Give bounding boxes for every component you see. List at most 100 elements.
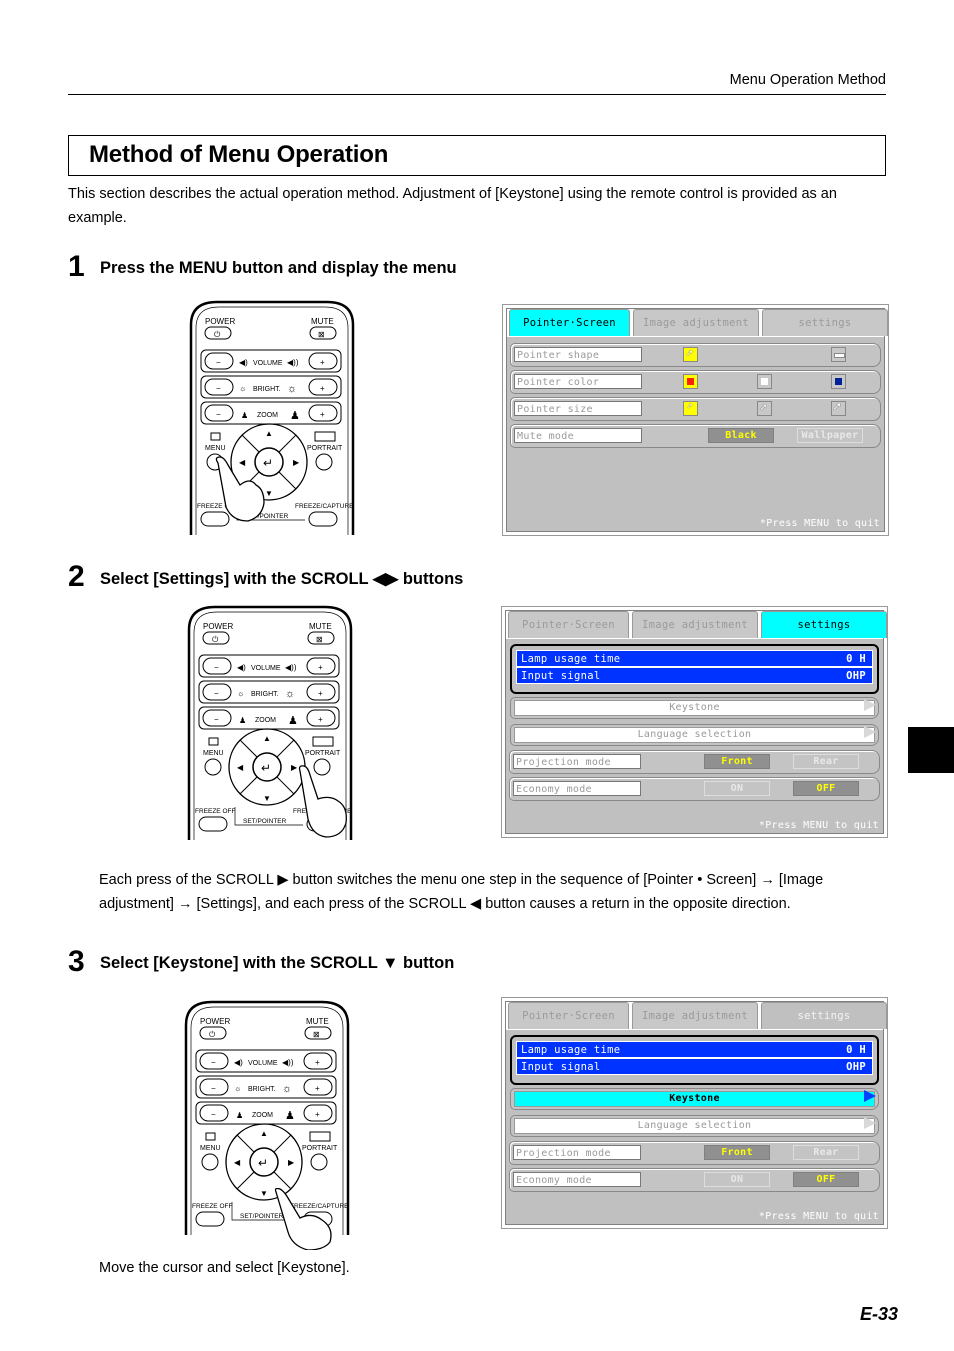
language-selection-item[interactable]: Language selection xyxy=(510,1115,879,1137)
scroll-right-icon[interactable]: ▶ xyxy=(288,1158,295,1167)
step-3-number: 3 xyxy=(68,945,85,978)
speaker-low-icon: ◀) xyxy=(237,663,246,672)
mute-black-option[interactable]: Black xyxy=(708,428,774,443)
portrait-button[interactable] xyxy=(315,453,333,471)
scroll-up-icon[interactable]: ▲ xyxy=(265,429,273,438)
quit-hint: *Press MENU to quit xyxy=(758,820,879,831)
freeze-off-button[interactable] xyxy=(198,816,228,832)
freeze-off-button[interactable] xyxy=(195,1211,225,1227)
keystone-item[interactable]: Keystone xyxy=(510,1088,879,1110)
info-box: Lamp usage time 0 H Input signal OHP xyxy=(510,644,879,694)
row-economy-mode[interactable]: Economy mode ON OFF xyxy=(509,777,880,801)
menu-icon xyxy=(208,737,219,746)
step-2-note: Each press of the SCROLL ▶ button switch… xyxy=(99,872,824,912)
pointer-size-small-icon[interactable]: ➚ xyxy=(683,401,698,416)
bright-up-label: + xyxy=(318,689,323,698)
quit-hint: *Press MENU to quit xyxy=(758,1211,879,1222)
running-head: Menu Operation Method xyxy=(729,72,886,88)
scroll-down-icon[interactable]: ▼ xyxy=(263,794,271,803)
mute-label: MUTE xyxy=(311,317,334,326)
projection-rear-option[interactable]: Rear xyxy=(793,1145,859,1160)
person-large-icon: ♟ xyxy=(290,410,300,422)
projection-rear-option[interactable]: Rear xyxy=(793,754,859,769)
osd-menu-settings: Pointer·Screen Image adjustment settings… xyxy=(501,606,888,838)
menu-button[interactable] xyxy=(201,1153,219,1171)
tab-settings[interactable]: settings xyxy=(761,611,887,638)
portrait-button[interactable] xyxy=(310,1153,328,1171)
row-projection-mode[interactable]: Projection mode Front Rear xyxy=(509,750,880,774)
power-label: POWER xyxy=(203,622,233,631)
row-mute-mode[interactable]: Mute mode Black Wallpaper xyxy=(510,424,881,448)
freeze-off-label: FREEZE OFF xyxy=(192,1203,232,1210)
bright-label: BRIGHT. xyxy=(251,691,279,698)
freeze-capture-button[interactable] xyxy=(308,511,338,527)
economy-off-option[interactable]: OFF xyxy=(793,781,859,796)
person-large-icon: ♟ xyxy=(288,715,298,727)
tab-image-adjustment[interactable]: Image adjustment xyxy=(633,309,759,336)
hand-pointer-icon xyxy=(215,456,265,522)
tab-image-adjustment[interactable]: Image adjustment xyxy=(632,1002,758,1029)
sun-small-icon: ☼ xyxy=(239,384,246,393)
keystone-item[interactable]: Keystone xyxy=(510,697,879,719)
input-signal-row: Input signal OHP xyxy=(516,1058,873,1075)
portrait-icon xyxy=(309,1131,331,1142)
mute-wallpaper-option[interactable]: Wallpaper xyxy=(797,428,863,443)
projection-front-option[interactable]: Front xyxy=(704,754,770,769)
zoom-label: ZOOM xyxy=(257,412,278,419)
menu-icon xyxy=(210,432,221,441)
lamp-usage-label: Lamp usage time xyxy=(521,653,621,665)
hand-pointer-icon xyxy=(274,1188,332,1250)
chevron-right-icon xyxy=(864,1117,876,1129)
sun-small-icon: ☼ xyxy=(237,689,244,698)
power-label: POWER xyxy=(200,1017,230,1026)
scroll-left-icon[interactable]: ◀ xyxy=(234,1158,241,1167)
intro-paragraph: This section describes the actual operat… xyxy=(68,186,837,226)
mute-icon: ⊠ xyxy=(318,330,325,339)
input-signal-label: Input signal xyxy=(521,670,601,682)
speaker-low-icon: ◀) xyxy=(234,1058,243,1067)
menu-button[interactable] xyxy=(204,758,222,776)
scroll-up-icon[interactable]: ▲ xyxy=(260,1129,268,1138)
tab-image-adjustment[interactable]: Image adjustment xyxy=(632,611,758,638)
projection-front-option[interactable]: Front xyxy=(704,1145,770,1160)
color-white-swatch[interactable] xyxy=(757,374,772,389)
row-projection-mode[interactable]: Projection mode Front Rear xyxy=(509,1141,880,1165)
tab-settings[interactable]: settings xyxy=(762,309,888,336)
economy-off-option[interactable]: OFF xyxy=(793,1172,859,1187)
info-box: Lamp usage time 0 H Input signal OHP xyxy=(510,1035,879,1085)
pointer-bar-icon[interactable] xyxy=(831,347,846,362)
color-red-swatch[interactable] xyxy=(683,374,698,389)
economy-on-option[interactable]: ON xyxy=(704,1172,770,1187)
pointer-arrow-icon[interactable]: ➚ xyxy=(683,347,698,362)
scroll-left-icon[interactable]: ◀ xyxy=(237,763,244,772)
language-selection-label: Language selection xyxy=(514,727,875,743)
pointer-size-large-icon[interactable]: ➚ xyxy=(831,400,846,416)
power-icon: ⏻ xyxy=(209,1030,216,1039)
chevron-right-icon xyxy=(864,1090,876,1102)
tab-pointer-screen[interactable]: Pointer·Screen xyxy=(509,309,630,336)
mute-icon: ⊠ xyxy=(313,1030,320,1039)
power-icon: ⏻ xyxy=(212,635,219,644)
volume-label: VOLUME xyxy=(253,360,283,367)
economy-on-option[interactable]: ON xyxy=(704,781,770,796)
menu-label: MENU xyxy=(203,750,224,757)
row-pointer-color[interactable]: Pointer color xyxy=(510,370,881,394)
tab-settings[interactable]: settings xyxy=(761,1002,887,1029)
zoom-up-label: + xyxy=(315,1110,320,1119)
row-pointer-size[interactable]: Pointer size ➚ ➚ ➚ xyxy=(510,397,881,421)
bright-up-label: + xyxy=(320,384,325,393)
scroll-right-icon[interactable]: ▶ xyxy=(293,458,300,467)
input-signal-row: Input signal OHP xyxy=(516,667,873,684)
pointer-size-medium-icon[interactable]: ➚ xyxy=(757,401,772,416)
language-selection-item[interactable]: Language selection xyxy=(510,724,879,746)
tab-pointer-screen[interactable]: Pointer·Screen xyxy=(508,1002,629,1029)
keystone-label: Keystone xyxy=(514,700,875,716)
row-economy-mode[interactable]: Economy mode ON OFF xyxy=(509,1168,880,1192)
scroll-up-icon[interactable]: ▲ xyxy=(263,734,271,743)
color-blue-swatch[interactable] xyxy=(831,374,846,389)
row-pointer-shape[interactable]: Pointer shape ➚ xyxy=(510,343,881,367)
step-2-number: 2 xyxy=(68,560,85,593)
tab-pointer-screen[interactable]: Pointer·Screen xyxy=(508,611,629,638)
scroll-down-icon[interactable]: ▼ xyxy=(260,1189,268,1198)
section-title: Method of Menu Operation xyxy=(89,141,389,168)
